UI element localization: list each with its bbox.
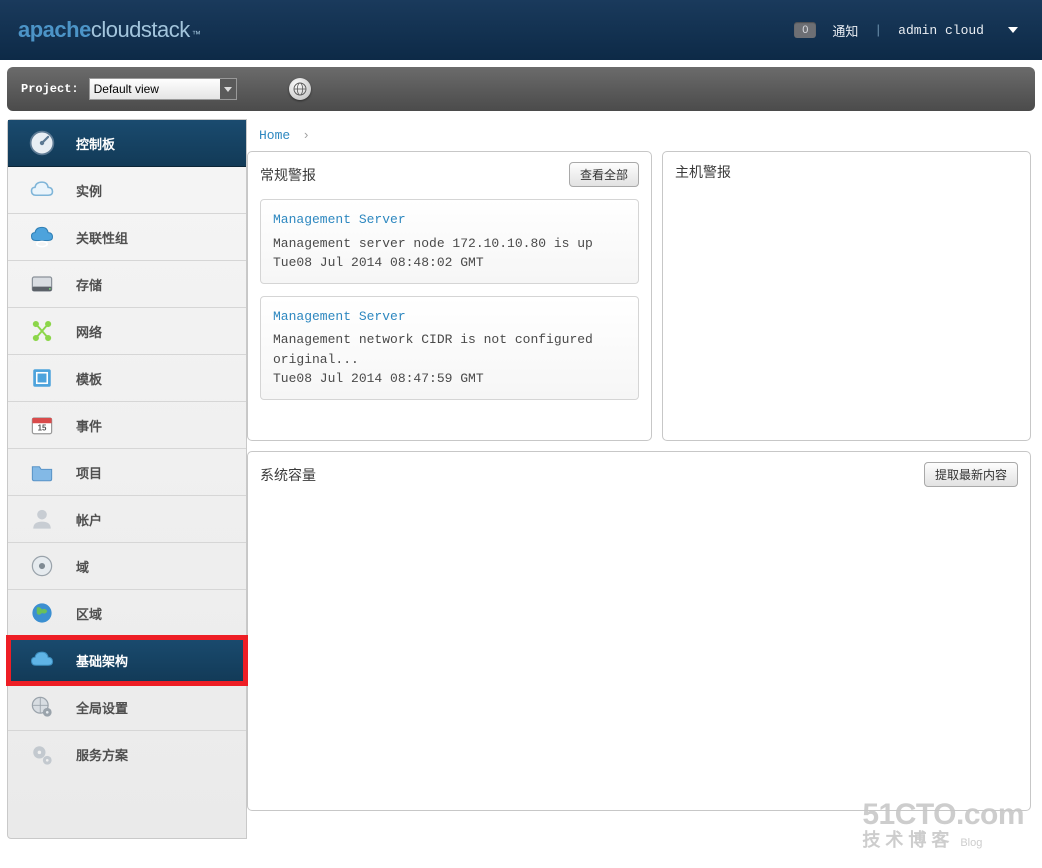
top-header: apache cloudstack ™ 0 通知 | admin cloud bbox=[0, 0, 1042, 60]
template-icon bbox=[28, 364, 56, 392]
refresh-button[interactable]: 提取最新内容 bbox=[924, 462, 1018, 487]
sidebar-item-label: 模板 bbox=[76, 369, 102, 388]
sidebar-item-label: 基础架构 bbox=[76, 651, 128, 670]
cloud-infra-icon bbox=[28, 646, 56, 674]
logo-trademark: ™ bbox=[192, 29, 201, 39]
logo-text-light: cloudstack bbox=[91, 17, 190, 43]
sidebar-item-regions[interactable]: 区域 bbox=[8, 590, 246, 637]
panel-title: 系统容量 bbox=[260, 465, 316, 485]
alert-timestamp: Tue08 Jul 2014 08:48:02 GMT bbox=[273, 253, 626, 273]
project-label: Project: bbox=[21, 82, 79, 96]
sidebar-item-label: 存储 bbox=[76, 275, 102, 294]
dashboard-icon bbox=[28, 129, 56, 157]
breadcrumb-home[interactable]: Home bbox=[259, 128, 290, 143]
alert-body: Management network CIDR is not configure… bbox=[273, 330, 626, 369]
svg-text:15: 15 bbox=[38, 423, 47, 432]
sidebar-item-events[interactable]: 15 事件 bbox=[8, 402, 246, 449]
sidebar-nav: 控制板 实例 关联性组 存储 网络 模板 15 事件 项目 bbox=[7, 119, 247, 839]
cloud-link-icon bbox=[28, 223, 56, 251]
main-content: Home › 常规警报 查看全部 Management Server Manag… bbox=[247, 119, 1035, 839]
sidebar-item-label: 项目 bbox=[76, 463, 102, 482]
panel-title: 主机警报 bbox=[675, 162, 731, 182]
sidebar-item-storage[interactable]: 存储 bbox=[8, 261, 246, 308]
sidebar-item-templates[interactable]: 模板 bbox=[8, 355, 246, 402]
sidebar-item-label: 关联性组 bbox=[76, 228, 128, 247]
host-alerts-panel: 主机警报 bbox=[662, 151, 1031, 441]
system-capacity-panel: 系统容量 提取最新内容 bbox=[247, 451, 1031, 811]
alert-title: Management Server bbox=[273, 210, 626, 230]
sidebar-item-label: 区域 bbox=[76, 604, 102, 623]
project-toolbar: Project: Default view bbox=[7, 67, 1035, 111]
project-select[interactable]: Default view bbox=[89, 78, 237, 100]
folder-icon bbox=[28, 458, 56, 486]
gears-icon bbox=[28, 741, 56, 769]
logo-text-bold: apache bbox=[18, 17, 91, 43]
disc-icon bbox=[28, 552, 56, 580]
alert-title: Management Server bbox=[273, 307, 626, 327]
chevron-down-icon bbox=[220, 79, 236, 99]
chevron-right-icon: › bbox=[304, 127, 308, 142]
header-right: 0 通知 | admin cloud bbox=[794, 21, 1024, 40]
calendar-icon: 15 bbox=[28, 411, 56, 439]
sidebar-item-label: 控制板 bbox=[76, 134, 115, 153]
sidebar-item-label: 网络 bbox=[76, 322, 102, 341]
alert-timestamp: Tue08 Jul 2014 08:47:59 GMT bbox=[273, 369, 626, 389]
logo: apache cloudstack ™ bbox=[18, 17, 201, 43]
view-all-button[interactable]: 查看全部 bbox=[569, 162, 639, 187]
globe-button[interactable] bbox=[289, 78, 311, 100]
sidebar-item-label: 服务方案 bbox=[76, 745, 128, 764]
sidebar-item-service-offerings[interactable]: 服务方案 bbox=[8, 731, 246, 778]
user-icon bbox=[28, 505, 56, 533]
sidebar-item-infrastructure[interactable]: 基础架构 bbox=[8, 637, 246, 684]
separator: | bbox=[874, 23, 882, 38]
sidebar-item-domains[interactable]: 域 bbox=[8, 543, 246, 590]
breadcrumb: Home › bbox=[247, 119, 1035, 151]
user-label: admin cloud bbox=[898, 23, 984, 38]
sidebar-item-affinity[interactable]: 关联性组 bbox=[8, 214, 246, 261]
sidebar-item-dashboard[interactable]: 控制板 bbox=[8, 120, 246, 167]
sidebar-item-instances[interactable]: 实例 bbox=[8, 167, 246, 214]
globe-gear-icon bbox=[28, 693, 56, 721]
sidebar-item-global-settings[interactable]: 全局设置 bbox=[8, 684, 246, 731]
globe-icon bbox=[292, 81, 308, 97]
notification-label[interactable]: 通知 bbox=[832, 21, 858, 40]
globe-region-icon bbox=[28, 599, 56, 627]
project-select-value: Default view bbox=[94, 82, 159, 96]
panel-title: 常规警报 bbox=[260, 165, 316, 185]
sidebar-item-label: 全局设置 bbox=[76, 698, 128, 717]
sidebar-item-projects[interactable]: 项目 bbox=[8, 449, 246, 496]
sidebar-item-label: 域 bbox=[76, 557, 89, 576]
sidebar-item-label: 事件 bbox=[76, 416, 102, 435]
notification-count-badge[interactable]: 0 bbox=[794, 22, 816, 38]
user-menu[interactable]: admin cloud bbox=[898, 23, 1024, 38]
alert-card[interactable]: Management Server Management server node… bbox=[260, 199, 639, 284]
general-alerts-panel: 常规警报 查看全部 Management Server Management s… bbox=[247, 151, 652, 441]
network-icon bbox=[28, 317, 56, 345]
sidebar-item-accounts[interactable]: 帐户 bbox=[8, 496, 246, 543]
alert-card[interactable]: Management Server Management network CID… bbox=[260, 296, 639, 400]
storage-icon bbox=[28, 270, 56, 298]
sidebar-item-network[interactable]: 网络 bbox=[8, 308, 246, 355]
chevron-down-icon bbox=[1008, 27, 1018, 33]
alert-body: Management server node 172.10.10.80 is u… bbox=[273, 234, 626, 254]
sidebar-item-label: 实例 bbox=[76, 181, 102, 200]
cloud-icon bbox=[28, 176, 56, 204]
sidebar-item-label: 帐户 bbox=[76, 510, 102, 529]
